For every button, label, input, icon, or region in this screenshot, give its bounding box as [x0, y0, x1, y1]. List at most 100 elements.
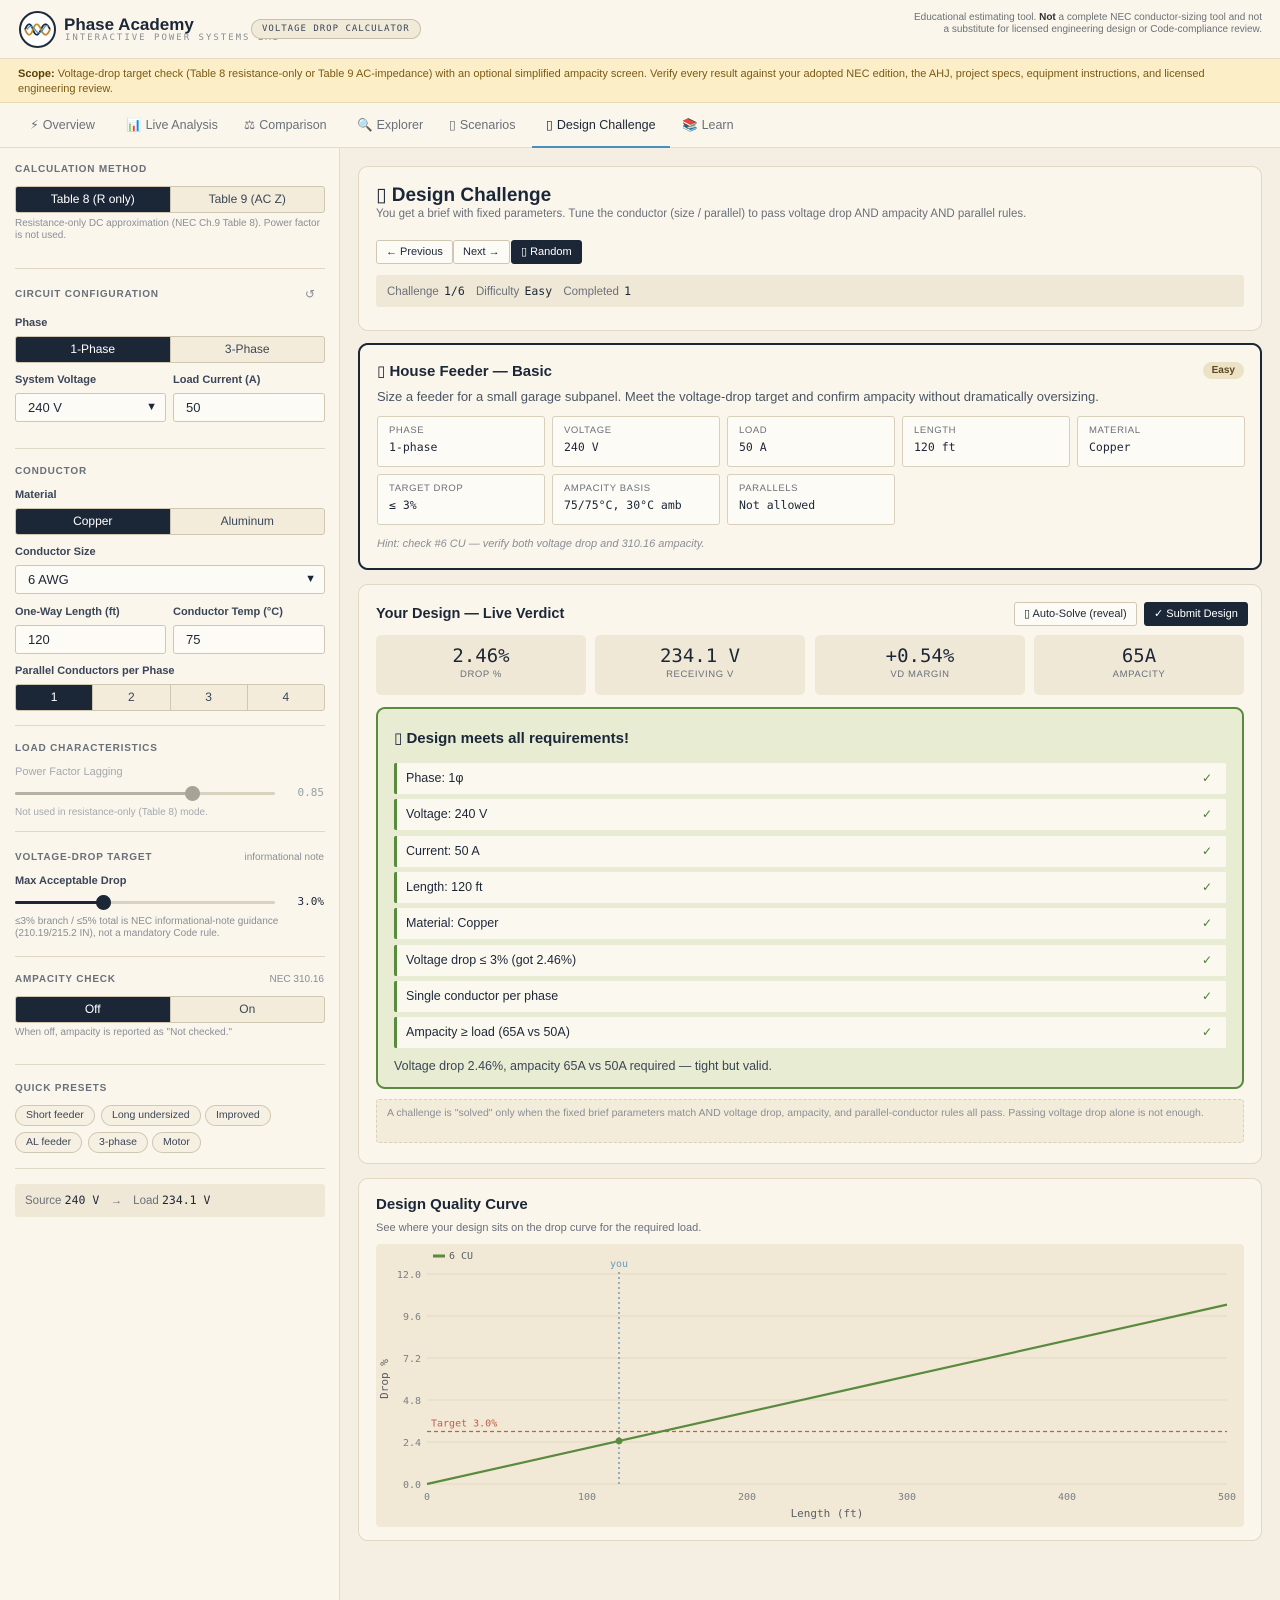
bar-chart-icon: 📊 — [126, 118, 142, 132]
challenge-icon: ▯ — [546, 118, 553, 132]
size-label: Conductor Size — [15, 546, 96, 558]
method-option-table9[interactable]: Table 9 (AC Z) — [171, 187, 325, 212]
param-length: LENGTH 120 ft — [902, 416, 1070, 467]
temp-label: Conductor Temp (°C) — [173, 606, 283, 618]
max-drop-value: 3.0% — [297, 895, 325, 908]
conductor-temp-input[interactable]: 75 — [173, 625, 325, 654]
voltage-select[interactable]: 240 V ▼ — [15, 393, 166, 422]
section-title-presets: QUICK PRESETS — [15, 1083, 108, 1094]
completed-count: 1 — [624, 284, 632, 298]
phase-academy-logo — [19, 11, 56, 48]
preset-al-feeder[interactable]: AL feeder — [15, 1132, 83, 1153]
submit-design-button[interactable]: ✓ Submit Design — [1144, 602, 1248, 626]
previous-button[interactable]: ← Previous — [376, 240, 453, 264]
param-ampacity-basis: AMPACITY BASIS 75/75°C, 30°C amb — [552, 474, 720, 525]
check-icon: ✓ — [1201, 1025, 1212, 1039]
auto-solve-button[interactable]: ▯ Auto-Solve (reveal) — [1014, 602, 1137, 626]
conductor-size-select[interactable]: 6 AWG ▼ — [15, 565, 325, 594]
check-item: Ampacity ≥ load (65A vs 50A) ✓ — [394, 1017, 1226, 1048]
slider-fill — [15, 792, 192, 795]
divider — [15, 268, 325, 269]
material-toggle: Copper Aluminum — [15, 508, 325, 535]
ampacity-option-on[interactable]: On — [171, 997, 325, 1022]
check-item: Current: 50 A ✓ — [394, 836, 1226, 867]
difficulty-badge: Easy — [1202, 362, 1244, 379]
phase-label: Phase — [15, 317, 48, 329]
challenge-status: Challenge 1/6 Difficulty Easy Completed … — [376, 275, 1244, 307]
slider-handle[interactable] — [184, 786, 200, 801]
metric-vd-margin: +0.54% VD MARGIN — [815, 635, 1025, 695]
y-tick-label: 0.0 — [403, 1480, 421, 1491]
material-option-copper[interactable]: Copper — [16, 509, 171, 534]
tab-live-analysis[interactable]: 📊 Live Analysis — [126, 103, 218, 148]
metric-receiving-v: 234.1 V RECEIVING V — [595, 635, 805, 695]
parallel-option-3[interactable]: 3 — [171, 685, 248, 710]
preset-improved[interactable]: Improved — [205, 1105, 271, 1126]
source-voltage: 240 V — [64, 1193, 100, 1207]
length-input[interactable]: 120 — [15, 625, 166, 654]
scenarios-icon: ▯ — [449, 118, 456, 132]
tab-explorer[interactable]: 🔍 Explorer — [357, 103, 423, 148]
challenge-icon: ▯ — [376, 185, 387, 206]
random-button[interactable]: ▯ Random — [511, 240, 582, 264]
material-option-aluminum[interactable]: Aluminum — [171, 509, 325, 534]
load-voltage: 234.1 V — [161, 1193, 211, 1207]
slider-handle[interactable] — [96, 895, 112, 910]
settings-sidebar: CALCULATION METHOD Table 8 (R only) Tabl… — [0, 148, 340, 1600]
method-toggle: Table 8 (R only) Table 9 (AC Z) — [15, 186, 325, 213]
phase-option-3[interactable]: 3-Phase — [171, 337, 325, 362]
voltage-label: System Voltage — [15, 374, 97, 386]
check-icon: ✓ — [1201, 880, 1212, 894]
preset-short-feeder[interactable]: Short feeder — [15, 1105, 95, 1126]
max-drop-slider[interactable] — [15, 895, 275, 910]
preset-long-undersized[interactable]: Long undersized — [101, 1105, 201, 1126]
books-icon: 📚 — [682, 118, 698, 132]
parallel-option-4[interactable]: 4 — [248, 685, 324, 710]
preset-motor[interactable]: Motor — [152, 1132, 201, 1153]
power-factor-slider[interactable] — [15, 786, 275, 801]
ampacity-option-off[interactable]: Off — [16, 997, 171, 1022]
x-tick-label: 500 — [1218, 1492, 1236, 1503]
verdict-title: ▯ Design meets all requirements! — [394, 730, 630, 747]
length-label: One-Way Length (ft) — [15, 606, 120, 618]
section-title-target: VOLTAGE-DROP TARGET — [15, 852, 153, 863]
brief-title: ▯ House Feeder — Basic — [377, 363, 552, 380]
parallel-option-2[interactable]: 2 — [93, 685, 171, 710]
metric-ampacity: 65A AMPACITY — [1034, 635, 1244, 695]
challenge-title: ▯ Design Challenge — [376, 185, 552, 206]
x-tick-label: 100 — [578, 1492, 596, 1503]
tab-comparison[interactable]: ⚖ Comparison — [244, 103, 327, 148]
tab-design-challenge[interactable]: ▯ Design Challenge — [532, 103, 670, 148]
next-button[interactable]: Next → — [453, 240, 510, 264]
load-current-input[interactable]: 50 — [173, 393, 325, 422]
lightning-icon: ⚡ — [30, 118, 39, 132]
power-factor-help: Not used in resistance-only (Table 8) mo… — [15, 807, 208, 818]
curve-subtitle: See where your design sits on the drop c… — [376, 1222, 702, 1234]
y-axis-label: Drop % — [378, 1359, 391, 1399]
divider — [15, 1168, 325, 1169]
check-item: Voltage: 240 V ✓ — [394, 799, 1226, 830]
tab-bar: ⚡ Overview 📊 Live Analysis ⚖ Comparison 🔍 Ex… — [0, 103, 1280, 148]
section-title-load: LOAD CHARACTERISTICS — [15, 743, 158, 754]
phase-option-1[interactable]: 1-Phase — [16, 337, 171, 362]
parallel-option-1[interactable]: 1 — [16, 685, 94, 710]
metric-drop: 2.46% DROP % — [376, 635, 586, 695]
param-parallels: PARALLELS Not allowed — [727, 474, 895, 525]
reset-icon[interactable]: ↺ — [305, 287, 315, 301]
divider — [15, 831, 325, 832]
ampacity-help: When off, ampacity is reported as "Not c… — [15, 1027, 233, 1038]
tab-overview[interactable]: ⚡ Overview — [30, 103, 95, 148]
tab-learn[interactable]: 📚 Learn — [682, 103, 734, 148]
design-title: Your Design — Live Verdict — [376, 606, 565, 622]
power-factor-label: Power Factor Lagging — [15, 766, 123, 778]
disclaimer-note: Educational estimating tool. Not a compl… — [914, 12, 1262, 35]
preset-3-phase[interactable]: 3-phase — [88, 1132, 148, 1153]
success-icon: ▯ — [394, 730, 403, 747]
design-marker-label: you — [610, 1259, 628, 1270]
param-voltage: VOLTAGE 240 V — [552, 416, 720, 467]
param-load: LOAD 50 A — [727, 416, 895, 467]
method-option-table8[interactable]: Table 8 (R only) — [16, 187, 171, 212]
scope-banner: Scope: Voltage-drop target check (Table … — [0, 59, 1280, 103]
y-tick-label: 9.6 — [403, 1312, 421, 1323]
tab-scenarios[interactable]: ▯ Scenarios — [449, 103, 515, 148]
